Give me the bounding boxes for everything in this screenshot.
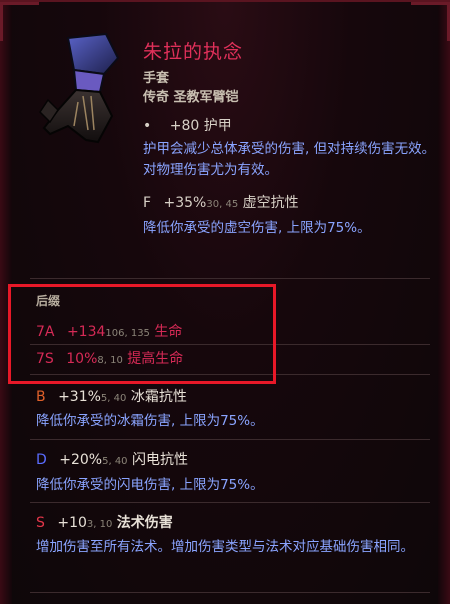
lightning-resist-stat: D +20%5, 40 闪电抗性 [36, 449, 188, 469]
affix-value: +20% [59, 452, 103, 468]
frame-corner-ornament [411, 2, 450, 41]
armor-description: 护甲会减少总体承受的伤害, 但对持续伤害无效。对物理伤害尤为有效。 [143, 141, 436, 178]
lightning-resist-description: 降低你承受的闪电伤害, 上限为75%。 [36, 477, 264, 493]
frame-right-edge [438, 2, 450, 604]
affix-label: 法术伤害 [116, 515, 173, 531]
affix-value: +10 [57, 515, 87, 531]
armor-label: 护甲 [203, 118, 232, 134]
frost-resist-stat: B +31%5, 40 冰霜抗性 [36, 386, 187, 406]
affix-range: 5, 40 [100, 393, 127, 404]
spell-damage-stat: S +103, 10 法术伤害 [36, 512, 173, 532]
frost-resist-description: 降低你承受的冰霜伤害, 上限为75%。 [36, 413, 264, 429]
void-resist-stat: F +35%30, 45 虚空抗性 [143, 192, 299, 212]
armor-stat: • +80 护甲 [143, 115, 232, 135]
affix-value: +31% [58, 389, 101, 405]
stat-letter: F [143, 195, 152, 211]
divider [30, 502, 430, 503]
void-resist-description: 降低你承受的虚空伤害, 上限为75%。 [143, 220, 371, 236]
divider [30, 439, 430, 440]
highlight-box [8, 284, 276, 384]
item-rarity: 传奇 圣教军臂铠 [143, 90, 239, 105]
affix-label: 冰霜抗性 [130, 389, 187, 405]
stat-label: 虚空抗性 [242, 195, 299, 211]
item-name: 朱拉的执念 [143, 41, 244, 63]
armor-value: +80 [169, 118, 200, 134]
spell-damage-description: 增加伤害至所有法术。增加伤害类型与法术对应基础伤害相同。 [36, 539, 414, 555]
affix-letter: D [36, 452, 47, 468]
divider [30, 278, 430, 279]
stat-value: +35% [163, 195, 207, 211]
divider [30, 592, 430, 593]
tooltip-frame: 朱拉的执念 手套 传奇 圣教军臂铠 • +80 护甲 护甲会减少总体承受的伤害,… [0, 0, 450, 604]
affix-range: 3, 10 [86, 519, 113, 530]
affix-letter: B [36, 389, 46, 405]
stat-range: 30, 45 [206, 199, 239, 210]
item-type: 手套 [143, 71, 170, 86]
gauntlet-icon [39, 32, 120, 144]
bullet-icon: • [143, 118, 152, 134]
affix-letter: S [36, 515, 45, 531]
affix-label: 闪电抗性 [132, 452, 188, 468]
affix-range: 5, 40 [102, 456, 128, 467]
